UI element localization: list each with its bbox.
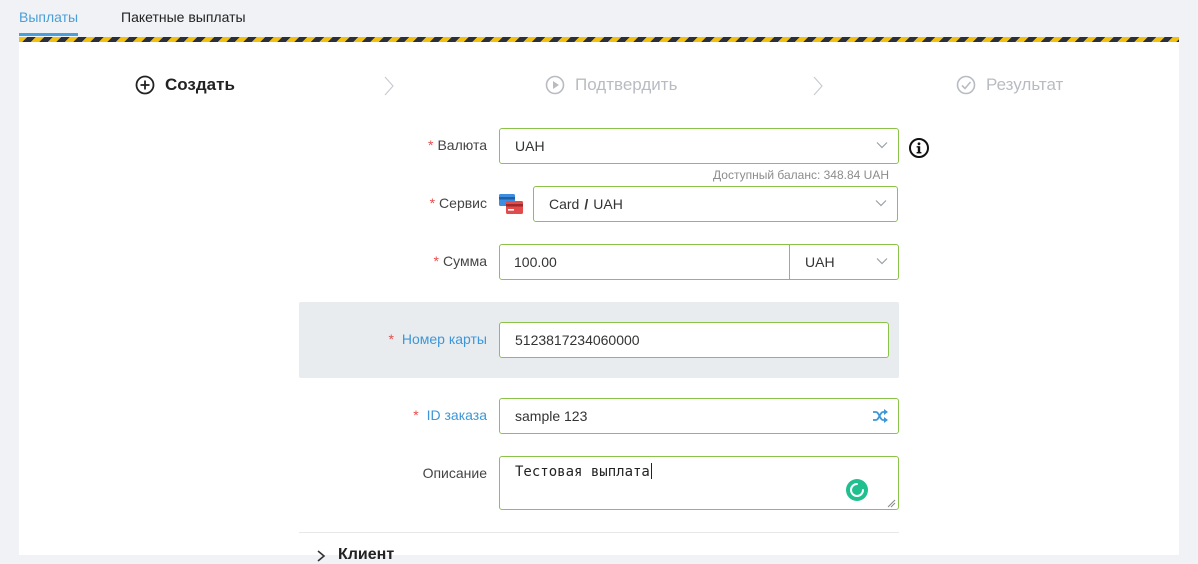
step-result-label: Результат: [986, 75, 1064, 94]
chevron-down-icon: [876, 142, 888, 149]
order-id-input[interactable]: [515, 408, 855, 424]
text-cursor: [650, 463, 652, 479]
card-number-label: * Номер карты: [389, 331, 488, 347]
description-value: Тестовая выплата: [515, 464, 650, 480]
active-tab-indicator: [19, 33, 78, 36]
balance-hint: Доступный баланс: 348.84 UAH: [713, 168, 889, 182]
description-label-text: Описание: [422, 465, 487, 481]
service-label: * Сервис: [430, 195, 487, 211]
currency-label: * Валюта: [428, 137, 487, 153]
chevron-down-icon: [876, 258, 888, 265]
play-circle-icon: [545, 75, 565, 95]
spinner-icon: [846, 479, 868, 501]
service-currency: UAH: [593, 196, 623, 212]
step-create-label: Создать: [165, 75, 235, 94]
chevron-right-icon: [384, 76, 394, 96]
service-label-text: Сервис: [439, 195, 487, 211]
step-create: Создать: [135, 74, 235, 96]
card-number-input[interactable]: [499, 322, 889, 358]
service-select[interactable]: Card / UAH: [533, 186, 898, 222]
amount-currency-value: UAH: [805, 254, 835, 270]
tab-payouts[interactable]: Выплаты: [19, 8, 78, 26]
chevron-down-icon: [875, 200, 887, 207]
required-mark: *: [388, 331, 394, 347]
section-divider: [299, 532, 899, 533]
required-mark: *: [413, 407, 419, 423]
amount-label-text: Сумма: [443, 253, 487, 269]
resize-handle-icon[interactable]: [886, 498, 896, 508]
loading-ring-icon: [850, 483, 864, 497]
service-method: Card: [549, 196, 580, 212]
order-id-label-text: ID заказа: [426, 407, 487, 423]
tab-batch-payouts[interactable]: Пакетные выплаты: [121, 8, 246, 26]
info-icon[interactable]: [908, 137, 930, 159]
card-number-label-text: Номер карты: [401, 331, 487, 347]
check-circle-icon: [956, 75, 976, 95]
client-section-title[interactable]: Клиент: [338, 546, 394, 564]
chevron-right-icon[interactable]: [316, 550, 326, 562]
currency-value: UAH: [515, 138, 545, 154]
description-textarea[interactable]: Тестовая выплата: [499, 456, 899, 510]
plus-circle-icon: [135, 75, 155, 95]
order-id-field: [499, 398, 899, 434]
service-separator: /: [584, 196, 589, 212]
amount-input[interactable]: [500, 245, 788, 279]
amount-currency-select[interactable]: UAH: [790, 245, 898, 279]
top-tabs: Выплаты Пакетные выплаты: [0, 0, 1198, 38]
order-id-label: * ID заказа: [413, 407, 487, 423]
step-confirm-label: Подтвердить: [575, 75, 678, 94]
chevron-right-icon: [813, 76, 823, 96]
step-result: Результат: [956, 74, 1063, 96]
step-confirm: Подтвердить: [545, 74, 677, 96]
shuffle-icon[interactable]: [872, 409, 888, 423]
amount-label: * Сумма: [434, 253, 487, 269]
required-mark: *: [428, 137, 434, 153]
currency-select[interactable]: UAH: [499, 128, 899, 164]
description-label: Описание: [423, 465, 487, 481]
credit-card-icon: [499, 194, 523, 214]
required-mark: *: [429, 195, 436, 211]
currency-label-text: Валюта: [437, 137, 487, 153]
required-mark: *: [433, 253, 439, 269]
